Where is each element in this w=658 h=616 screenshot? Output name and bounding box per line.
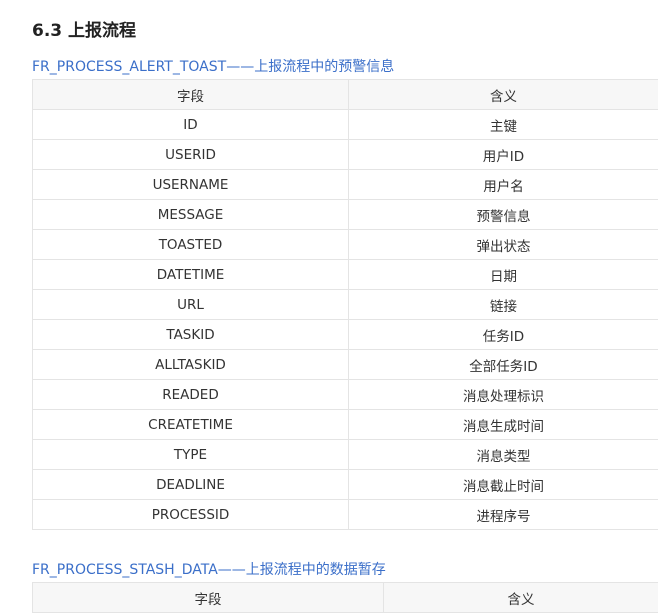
column-header-meaning: 含义 [348,79,658,110]
column-header-field: 字段 [32,582,384,613]
field-name-cell: TASKID [32,319,349,350]
field-meaning-cell: 日期 [348,259,658,290]
field-name-cell: USERID [32,139,349,170]
table-row: TYPE 消息类型 [32,439,658,470]
table-row: USERID 用户ID [32,139,658,170]
stash-data-table: 字段 含义 [32,582,658,613]
field-meaning-cell: 进程序号 [348,499,658,530]
field-name-cell: DATETIME [32,259,349,290]
field-meaning-cell: 用户ID [348,139,658,170]
field-meaning-cell: 任务ID [348,319,658,350]
field-meaning-cell: 消息截止时间 [348,469,658,500]
column-header-meaning: 含义 [383,582,658,613]
field-meaning-cell: 预警信息 [348,199,658,230]
column-header-field: 字段 [32,79,349,110]
table-row: ID 主键 [32,109,658,140]
field-meaning-cell: 消息生成时间 [348,409,658,440]
field-name-cell: MESSAGE [32,199,349,230]
field-name-cell: USERNAME [32,169,349,200]
table-row: CREATETIME 消息生成时间 [32,409,658,440]
field-meaning-cell: 全部任务ID [348,349,658,380]
table-title-stash-data[interactable]: FR_PROCESS_STASH_DATA——上报流程中的数据暂存 [32,561,386,579]
table-row: READED 消息处理标识 [32,379,658,410]
table-header-row: 字段 含义 [32,79,658,110]
section-heading: 6.3 上报流程 [32,21,137,41]
field-meaning-cell: 消息类型 [348,439,658,470]
field-name-cell: ALLTASKID [32,349,349,380]
field-name-cell: PROCESSID [32,499,349,530]
table-row: PROCESSID 进程序号 [32,499,658,530]
alert-toast-table: 字段 含义 ID 主键 USERID 用户ID USERNAME 用户名 MESSAGE 预警… [32,79,658,530]
table-row: TOASTED 弹出状态 [32,229,658,260]
table-row: MESSAGE 预警信息 [32,199,658,230]
field-meaning-cell: 消息处理标识 [348,379,658,410]
table-row: URL 链接 [32,289,658,320]
field-name-cell: TYPE [32,439,349,470]
table-row: ALLTASKID 全部任务ID [32,349,658,380]
field-meaning-cell: 链接 [348,289,658,320]
field-name-cell: TOASTED [32,229,349,260]
field-meaning-cell: 弹出状态 [348,229,658,260]
field-name-cell: ID [32,109,349,140]
table-title-alert-toast[interactable]: FR_PROCESS_ALERT_TOAST——上报流程中的预警信息 [32,58,394,76]
table-row: DATETIME 日期 [32,259,658,290]
field-meaning-cell: 用户名 [348,169,658,200]
field-name-cell: READED [32,379,349,410]
field-name-cell: CREATETIME [32,409,349,440]
table-row: TASKID 任务ID [32,319,658,350]
table-row: DEADLINE 消息截止时间 [32,469,658,500]
field-name-cell: DEADLINE [32,469,349,500]
table-header-row: 字段 含义 [32,582,658,613]
field-meaning-cell: 主键 [348,109,658,140]
field-name-cell: URL [32,289,349,320]
table-row: USERNAME 用户名 [32,169,658,200]
alert-toast-table-body: ID 主键 USERID 用户ID USERNAME 用户名 MESSAGE 预警信息 TOAS… [32,109,658,530]
